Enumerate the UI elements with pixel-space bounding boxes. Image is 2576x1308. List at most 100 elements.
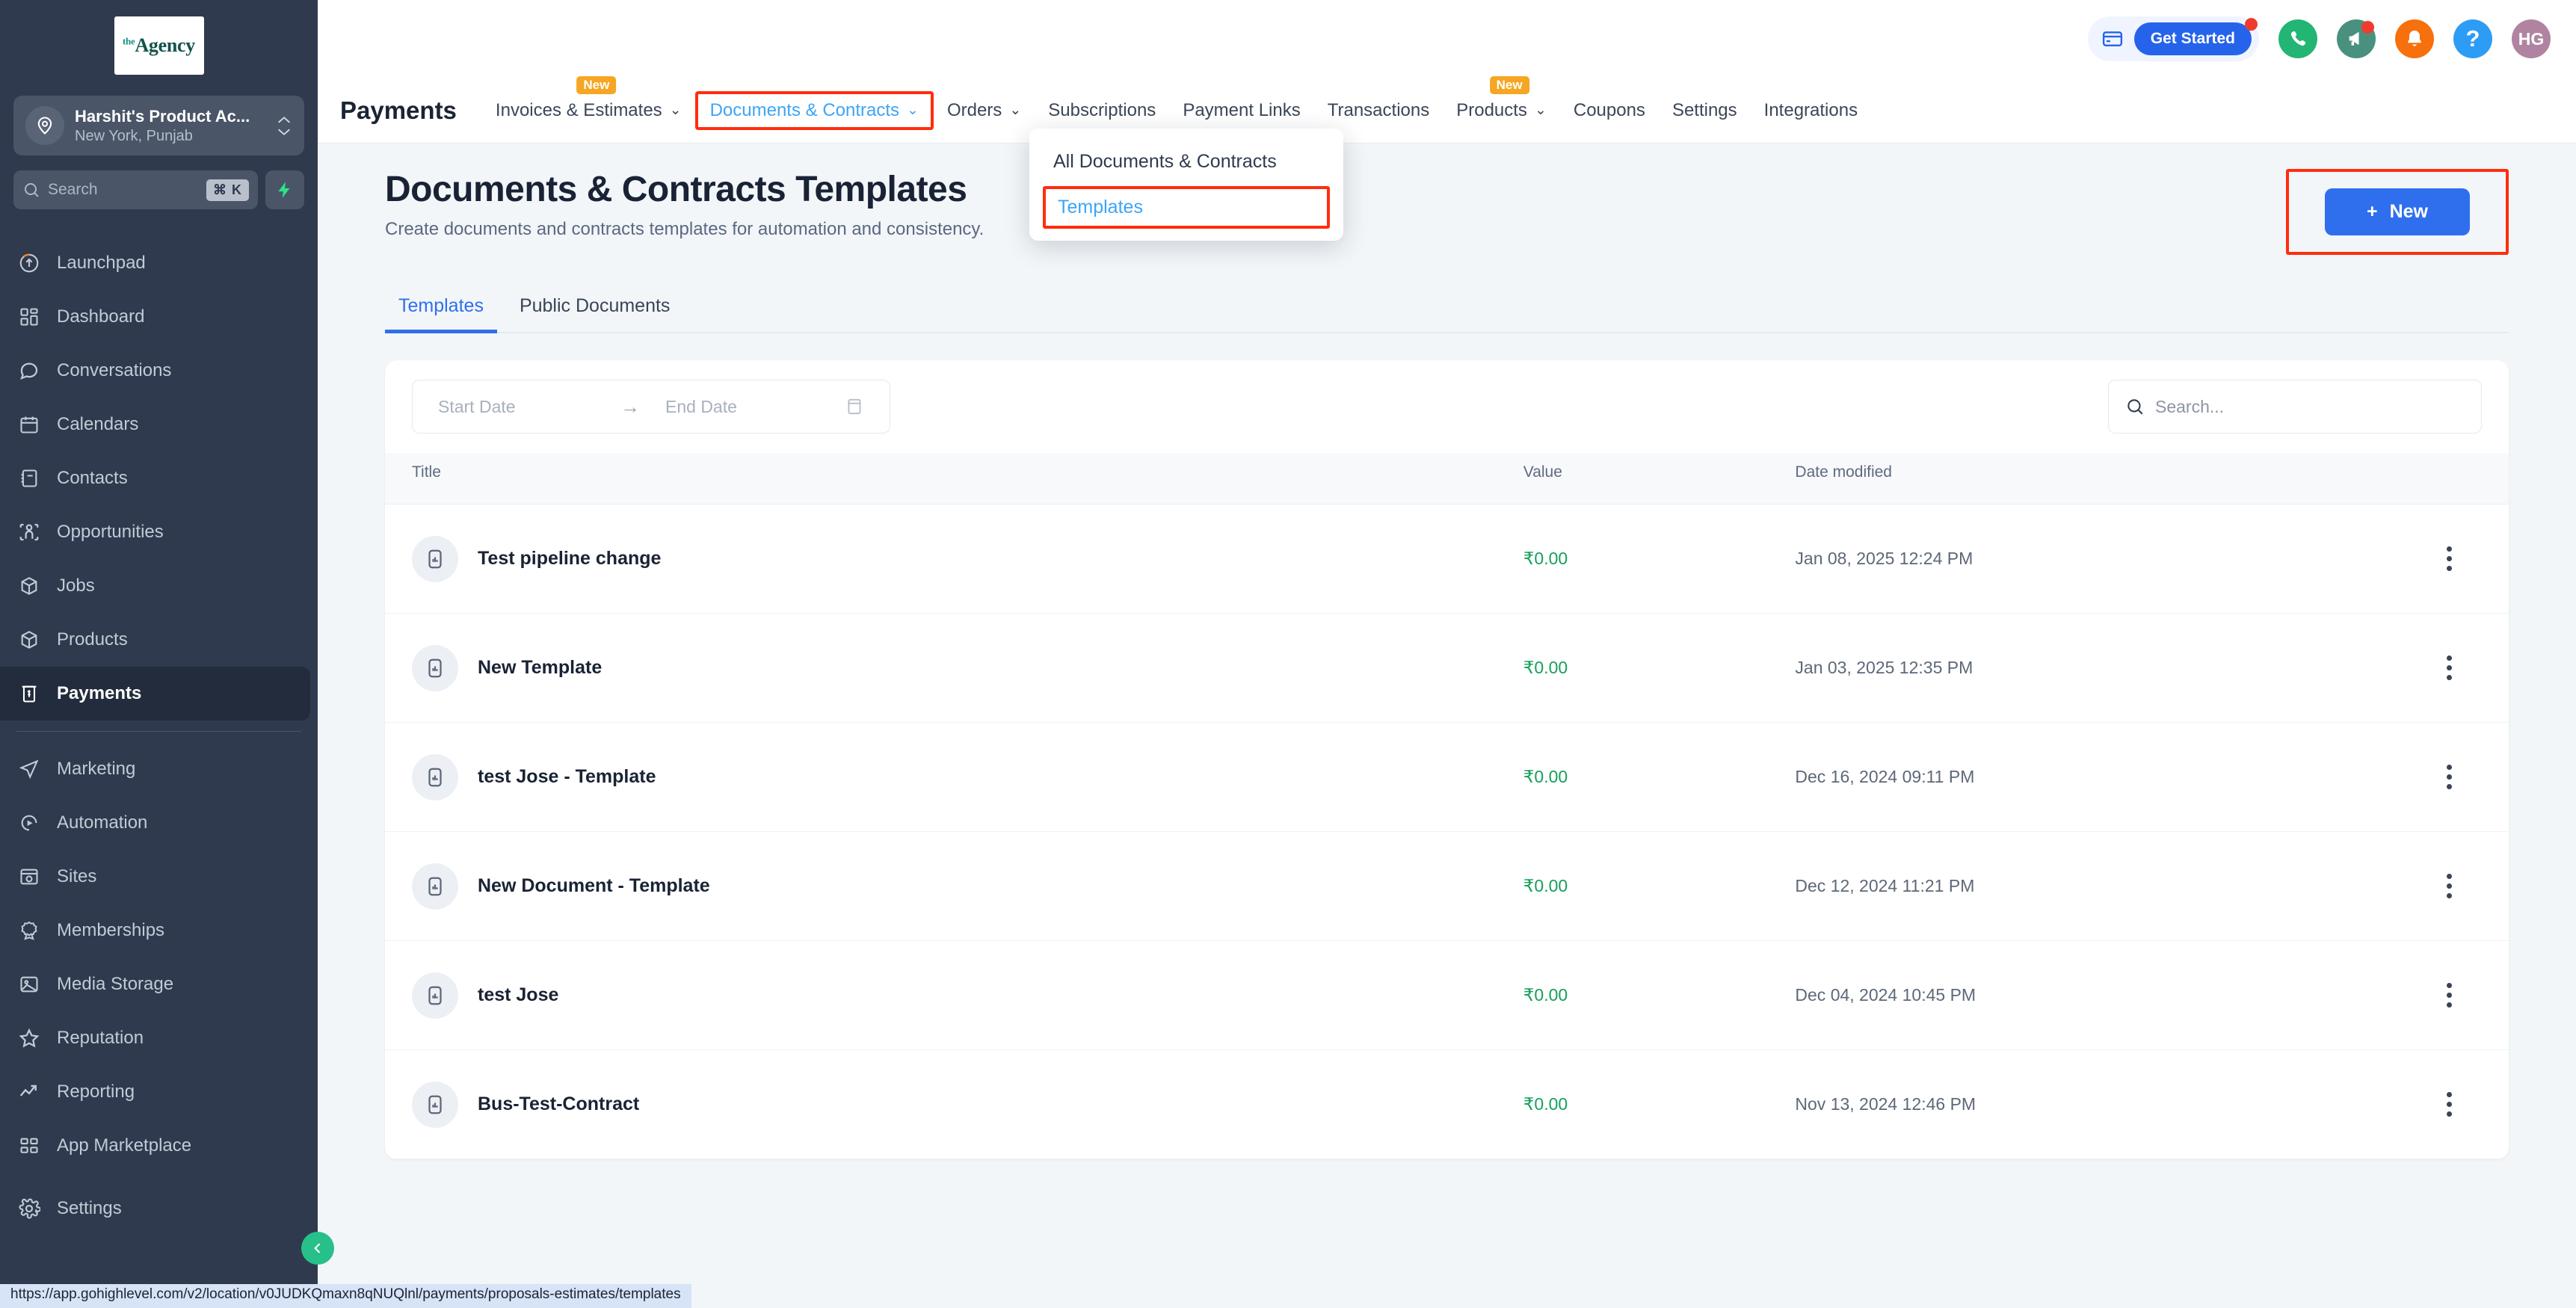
tab-templates[interactable]: Templates xyxy=(385,288,497,332)
nav-documents-contracts[interactable]: Documents & Contracts ⌄ xyxy=(695,91,934,130)
sidebar-item-jobs[interactable]: Jobs xyxy=(0,559,318,613)
row-actions-menu[interactable] xyxy=(2390,655,2509,680)
search-input[interactable]: Search... xyxy=(2108,380,2482,434)
image-icon xyxy=(16,972,42,997)
column-header-title[interactable]: Title xyxy=(385,453,1523,505)
box-icon xyxy=(16,627,42,653)
table-row[interactable]: Bus-Test-Contract ₹0.00 Nov 13, 2024 12:… xyxy=(385,1050,2509,1159)
bell-icon xyxy=(2404,28,2425,49)
table-row[interactable]: New Document - Template ₹0.00 Dec 12, 20… xyxy=(385,832,2509,941)
template-date: Dec 16, 2024 09:11 PM xyxy=(1795,767,1974,786)
chat-icon xyxy=(16,358,42,383)
new-button-label: New xyxy=(2390,201,2428,223)
get-started-button[interactable]: Get Started xyxy=(2134,22,2252,55)
start-date-input[interactable]: Start Date xyxy=(438,397,595,417)
collapse-sidebar-button[interactable] xyxy=(301,1232,334,1265)
nav-invoices-estimates[interactable]: New Invoices & Estimates ⌄ xyxy=(482,93,695,129)
sidebar-item-label: Launchpad xyxy=(57,253,146,274)
notification-dot xyxy=(2361,21,2374,34)
account-switcher[interactable]: Harshit's Product Ac... New York, Punjab xyxy=(13,96,304,155)
nav-label: Transactions xyxy=(1328,100,1430,121)
sidebar-item-app-marketplace[interactable]: App Marketplace xyxy=(0,1119,318,1173)
automation-icon xyxy=(16,810,42,836)
new-button[interactable]: + New xyxy=(2325,188,2470,235)
nav-orders[interactable]: Orders ⌄ xyxy=(934,93,1035,129)
sidebar-item-dashboard[interactable]: Dashboard xyxy=(0,290,318,344)
call-button[interactable] xyxy=(2278,19,2317,58)
chevron-down-icon: ⌄ xyxy=(907,102,919,119)
template-date: Dec 12, 2024 11:21 PM xyxy=(1795,876,1974,895)
sidebar-item-reputation[interactable]: Reputation xyxy=(0,1011,318,1065)
nav-transactions[interactable]: Transactions xyxy=(1314,93,1443,129)
table-row[interactable]: test Jose - Template ₹0.00 Dec 16, 2024 … xyxy=(385,723,2509,832)
sidebar-nav: Launchpad Dashboard Conversations Calend… xyxy=(0,236,318,1308)
sidebar-item-conversations[interactable]: Conversations xyxy=(0,344,318,398)
page-title: Documents & Contracts Templates xyxy=(385,169,984,210)
row-actions-menu[interactable] xyxy=(2390,546,2509,571)
dropdown-item-templates[interactable]: Templates xyxy=(1043,186,1330,229)
send-icon xyxy=(16,756,42,782)
notifications-button[interactable] xyxy=(2395,19,2434,58)
template-date: Nov 13, 2024 12:46 PM xyxy=(1795,1094,1976,1114)
opportunities-icon xyxy=(16,519,42,545)
sidebar-item-opportunities[interactable]: Opportunities xyxy=(0,505,318,559)
avatar-initials: HG xyxy=(2518,29,2545,49)
brand-logo[interactable]: theAgency xyxy=(0,16,318,75)
row-actions-menu[interactable] xyxy=(2390,874,2509,898)
sidebar-item-payments[interactable]: Payments xyxy=(0,667,310,721)
sidebar-item-settings[interactable]: Settings xyxy=(0,1182,318,1235)
nav-coupons[interactable]: Coupons xyxy=(1560,93,1659,129)
nav-products[interactable]: New Products ⌄ xyxy=(1443,93,1560,129)
table-body: Test pipeline change ₹0.00 Jan 08, 2025 … xyxy=(385,505,2509,1159)
document-icon xyxy=(412,863,458,910)
tab-public-documents[interactable]: Public Documents xyxy=(506,288,683,332)
quick-actions-button[interactable] xyxy=(265,170,304,209)
nav-integrations[interactable]: Integrations xyxy=(1751,93,1871,129)
column-header-date-modified[interactable]: Date modified xyxy=(1795,453,2389,505)
search-input[interactable]: Search ⌘ K xyxy=(13,170,258,209)
sidebar-item-reporting[interactable]: Reporting xyxy=(0,1065,318,1119)
row-actions-menu[interactable] xyxy=(2390,983,2509,1008)
sidebar-item-sites[interactable]: Sites xyxy=(0,850,318,904)
sidebar: theAgency Harshit's Product Ac... New Yo… xyxy=(0,0,318,1308)
help-button[interactable]: ? xyxy=(2453,19,2492,58)
rocket-icon xyxy=(16,250,42,276)
sidebar-item-launchpad[interactable]: Launchpad xyxy=(0,236,318,290)
sidebar-item-calendars[interactable]: Calendars xyxy=(0,398,318,451)
table-row[interactable]: Test pipeline change ₹0.00 Jan 08, 2025 … xyxy=(385,505,2509,614)
sidebar-item-marketing[interactable]: Marketing xyxy=(0,742,318,796)
sidebar-item-label: Reporting xyxy=(57,1082,135,1102)
chevron-updown-icon xyxy=(276,116,292,136)
template-date: Dec 04, 2024 10:45 PM xyxy=(1795,985,1976,1005)
sidebar-item-products[interactable]: Products xyxy=(0,613,318,667)
nav-label: Settings xyxy=(1672,100,1737,121)
table-row[interactable]: test Jose ₹0.00 Dec 04, 2024 10:45 PM xyxy=(385,941,2509,1050)
table-row[interactable]: New Template ₹0.00 Jan 03, 2025 12:35 PM xyxy=(385,614,2509,723)
dropdown-item-all-documents[interactable]: All Documents & Contracts xyxy=(1029,142,1343,182)
sidebar-item-contacts[interactable]: Contacts xyxy=(0,451,318,505)
nav-subscriptions[interactable]: Subscriptions xyxy=(1035,93,1169,129)
sidebar-item-memberships[interactable]: Memberships xyxy=(0,904,318,957)
column-header-value[interactable]: Value xyxy=(1523,453,1796,505)
row-actions-menu[interactable] xyxy=(2390,1092,2509,1117)
sites-icon xyxy=(16,864,42,889)
sidebar-item-media-storage[interactable]: Media Storage xyxy=(0,957,318,1011)
avatar[interactable]: HG xyxy=(2512,19,2551,58)
end-date-input[interactable]: End Date xyxy=(665,397,822,417)
nav-label: Orders xyxy=(947,100,1002,121)
sidebar-item-automation[interactable]: Automation xyxy=(0,796,318,850)
row-actions-menu[interactable] xyxy=(2390,765,2509,789)
nav-label: Coupons xyxy=(1574,100,1645,121)
nav-settings[interactable]: Settings xyxy=(1659,93,1751,129)
main-area: Get Started ? HG xyxy=(318,0,2576,1308)
sidebar-item-label: Calendars xyxy=(57,414,138,435)
template-title: New Document - Template xyxy=(478,875,710,897)
date-range-picker[interactable]: Start Date → End Date xyxy=(412,380,890,434)
sidebar-item-label: Jobs xyxy=(57,576,95,596)
nav-payment-links[interactable]: Payment Links xyxy=(1169,93,1313,129)
page-content: Documents & Contracts Templates Create d… xyxy=(318,144,2576,1308)
sidebar-item-label: Sites xyxy=(57,866,96,887)
get-started-widget[interactable]: Get Started xyxy=(2088,16,2259,61)
filter-bar: Start Date → End Date Search... xyxy=(385,360,2509,453)
announcements-button[interactable] xyxy=(2337,19,2376,58)
